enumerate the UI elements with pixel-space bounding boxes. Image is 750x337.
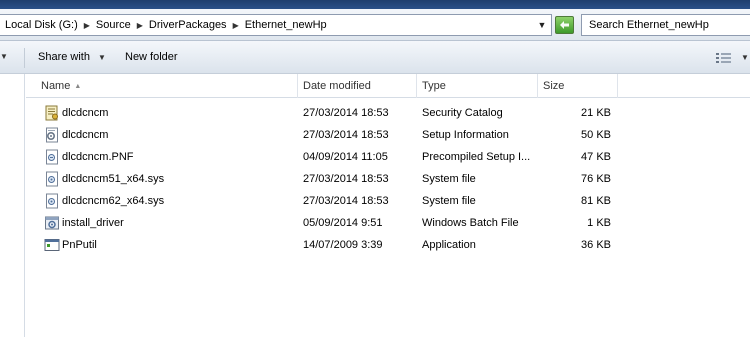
search-input[interactable]: Search Ethernet_newHp [581,14,750,36]
file-date-modified: 27/03/2014 18:53 [303,107,389,119]
breadcrumb-driverpackages[interactable]: DriverPackages [149,19,227,31]
batch-file-icon [45,216,59,230]
file-row[interactable]: dlcdcncm 27/03/2014 18:53 Security Catal… [26,102,750,124]
file-list: dlcdcncm 27/03/2014 18:53 Security Catal… [26,102,750,256]
file-size: 50 KB [581,129,611,141]
file-row[interactable]: dlcdcncm51_x64.sys 27/03/2014 18:53 Syst… [26,168,750,190]
change-view-chevron-icon[interactable]: ▼ [741,53,749,62]
generic-file-icon [46,149,58,165]
address-dropdown-icon[interactable]: ▼ [532,14,552,36]
file-row[interactable]: install_driver 05/09/2014 9:51 Windows B… [26,212,750,234]
file-type: Windows Batch File [422,217,519,229]
security-catalog-icon [45,105,58,121]
column-header-row: Name ▲ Date modified Type Size [26,74,750,98]
file-date-modified: 04/09/2014 11:05 [303,151,388,163]
file-name: PnPutil [62,239,97,251]
column-header-size[interactable]: Size [538,74,618,98]
refresh-icon [560,21,569,29]
window-title-strip [0,0,750,9]
refresh-button[interactable] [555,16,574,34]
file-row[interactable]: dlcdcncm 27/03/2014 18:53 Setup Informat… [26,124,750,146]
file-date-modified: 14/07/2009 3:39 [303,239,383,251]
file-size: 36 KB [581,239,611,251]
file-date-modified: 27/03/2014 18:53 [303,129,389,141]
column-header-date[interactable]: Date modified [298,74,417,98]
file-size: 21 KB [581,107,611,119]
setup-information-icon [46,127,58,143]
file-date-modified: 27/03/2014 18:53 [303,173,389,185]
column-header-type[interactable]: Type [417,74,538,98]
breadcrumb-chevron-icon[interactable]: ▶ [233,21,239,30]
breadcrumb-chevron-icon[interactable]: ▶ [137,21,143,30]
application-icon [44,239,60,251]
file-name: install_driver [62,217,124,229]
file-date-modified: 05/09/2014 9:51 [303,217,383,229]
file-size: 47 KB [581,151,611,163]
share-with-button[interactable]: Share with [38,51,90,63]
address-row: Local Disk (G:) ▶ Source ▶ DriverPackage… [0,9,750,41]
system-file-icon [46,171,58,187]
file-size: 1 KB [587,217,611,229]
column-header-name-label: Name [41,80,71,92]
file-type: Security Catalog [422,107,503,119]
toolbar-divider [24,48,25,68]
file-size: 81 KB [581,195,611,207]
command-toolbar: ▼ Share with ▼ New folder ▼ [0,41,750,74]
file-name: dlcdcncm [62,129,109,141]
breadcrumb-local-disk[interactable]: Local Disk (G:) [5,19,78,31]
file-type: Precompiled Setup I... [422,151,531,163]
organize-dropdown-chevron-icon[interactable]: ▼ [0,52,8,61]
file-date-modified: 27/03/2014 18:53 [303,195,389,207]
sort-ascending-icon: ▲ [74,83,82,90]
file-size: 76 KB [581,173,611,185]
change-view-icon[interactable] [716,52,732,64]
file-name: dlcdcncm51_x64.sys [62,173,165,185]
file-row[interactable]: PnPutil 14/07/2009 3:39 Application 36 K… [26,234,750,256]
file-type: Application [422,239,476,251]
column-header-name[interactable]: Name ▲ [26,74,298,98]
file-name: dlcdcncm [62,107,109,119]
navigation-pane[interactable] [0,74,25,337]
file-type: System file [422,195,476,207]
file-row[interactable]: dlcdcncm62_x64.sys 27/03/2014 18:53 Syst… [26,190,750,212]
file-name: dlcdcncm.PNF [62,151,134,163]
file-type: System file [422,173,476,185]
system-file-icon [46,193,58,209]
share-with-chevron-icon[interactable]: ▼ [98,53,106,62]
breadcrumb-ethernet-newhp[interactable]: Ethernet_newHp [245,19,327,31]
file-name: dlcdcncm62_x64.sys [62,195,165,207]
file-row[interactable]: dlcdcncm.PNF 04/09/2014 11:05 Precompile… [26,146,750,168]
file-type: Setup Information [422,129,509,141]
address-bar[interactable]: Local Disk (G:) ▶ Source ▶ DriverPackage… [0,14,552,36]
breadcrumb-chevron-icon[interactable]: ▶ [84,21,90,30]
breadcrumb-source[interactable]: Source [96,19,131,31]
new-folder-button[interactable]: New folder [125,51,178,63]
